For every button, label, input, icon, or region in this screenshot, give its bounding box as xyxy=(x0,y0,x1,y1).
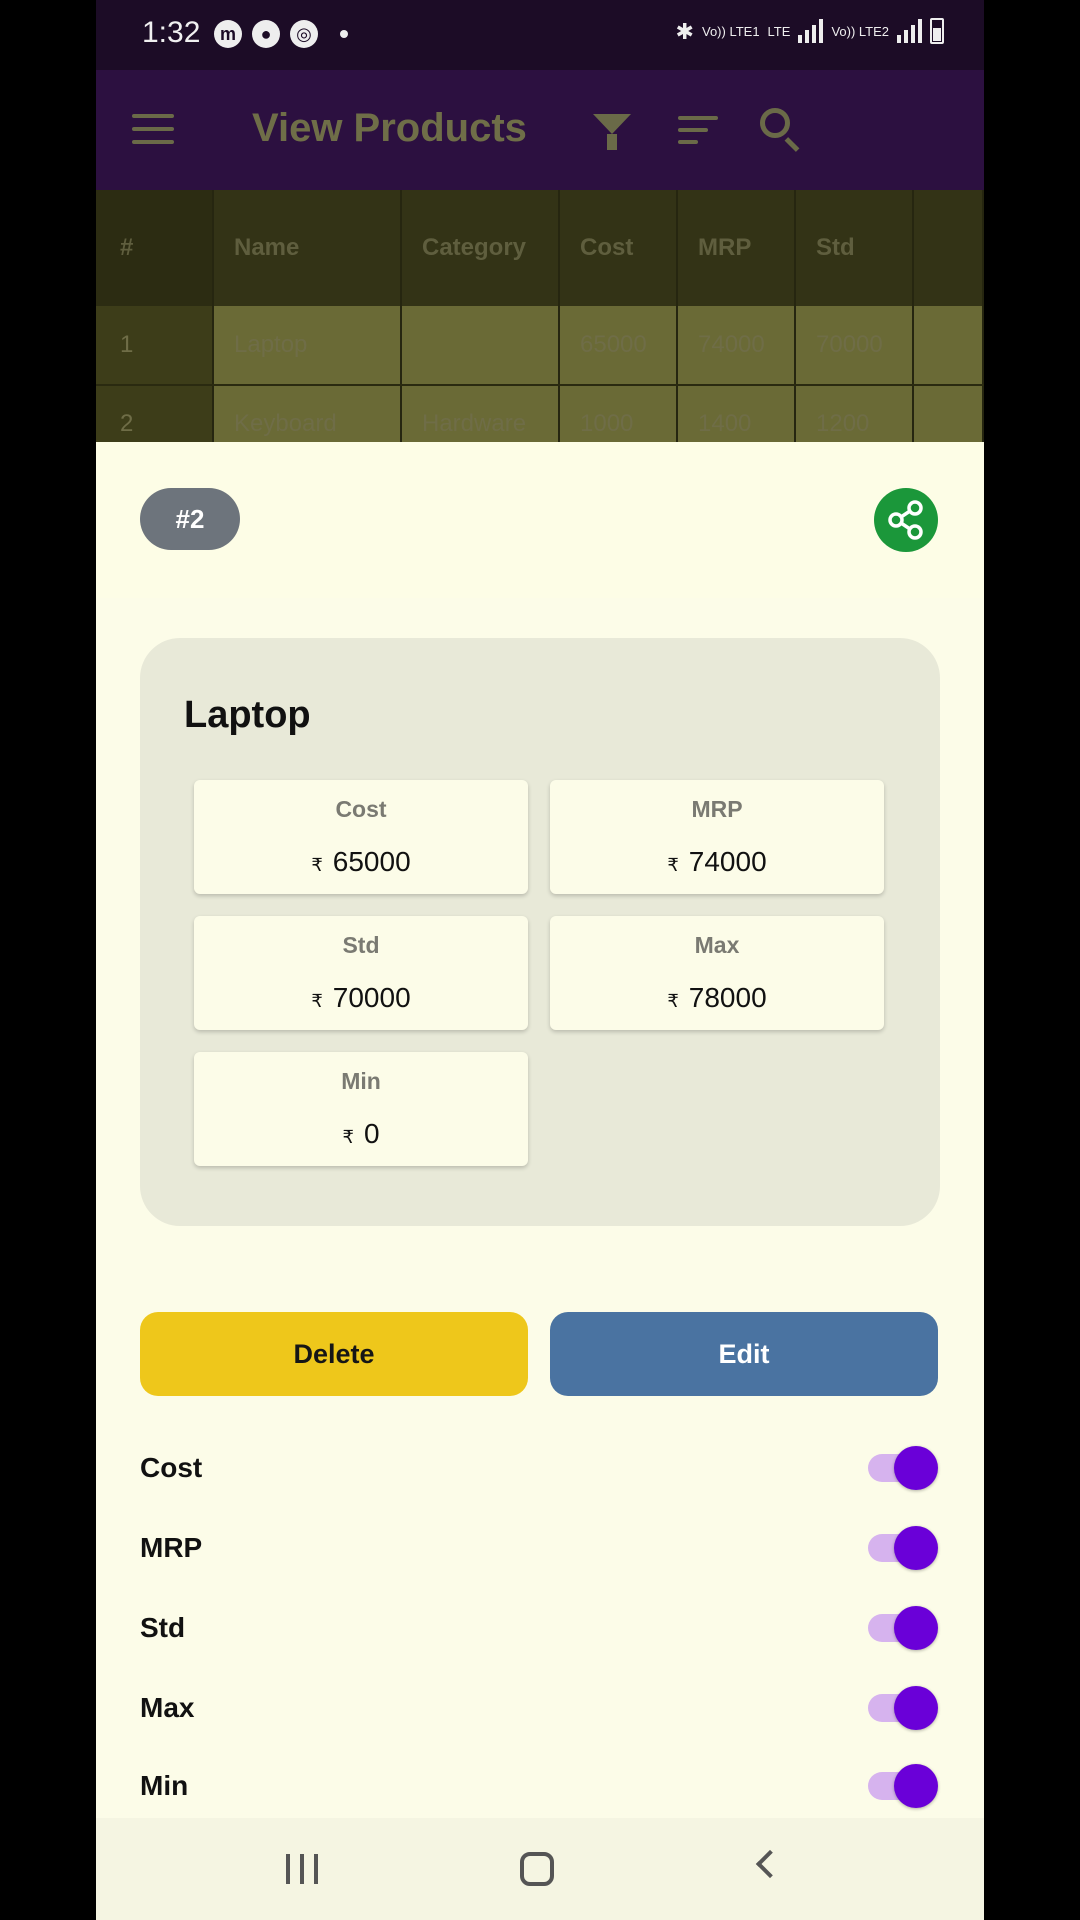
system-nav-bar xyxy=(96,1818,984,1920)
stat-value: 65000 xyxy=(332,846,411,877)
table-cell: 70000 xyxy=(796,306,914,384)
rupee-icon: ₹ xyxy=(311,991,323,1011)
column-header[interactable]: # xyxy=(96,190,214,306)
share-icon xyxy=(888,500,923,540)
stat-value: 70000 xyxy=(332,982,411,1013)
table-cell: 1400 xyxy=(678,386,796,442)
stat-label: Std xyxy=(342,932,380,958)
more-notifications-dot-icon xyxy=(340,30,348,38)
stat-value: 78000 xyxy=(688,982,767,1013)
messenger-icon: m xyxy=(214,20,242,48)
products-table: # Name Category Cost MRP Std 1 Laptop 65… xyxy=(96,190,984,442)
table-cell: Keyboard xyxy=(214,386,402,442)
toggle-label: MRP xyxy=(140,1532,203,1563)
table-cell: 1200 xyxy=(796,386,914,442)
table-row[interactable]: 1 Laptop 65000 74000 70000 xyxy=(96,306,984,384)
table-cell: Hardware xyxy=(402,386,560,442)
battery-icon xyxy=(930,18,944,44)
stat-label: MRP xyxy=(691,796,743,822)
product-number-badge: #2 xyxy=(140,488,240,550)
column-header[interactable]: Std xyxy=(796,190,914,306)
sim1-label: Vo)) LTE1 xyxy=(701,23,760,39)
filter-icon[interactable] xyxy=(590,108,634,152)
page-title: View Products xyxy=(252,106,527,150)
table-cell: 74000 xyxy=(678,306,796,384)
stat-max: Max ₹78000 xyxy=(550,916,884,1030)
toggle-row-max: Max xyxy=(140,1678,940,1738)
bluetooth-icon: ✱ xyxy=(675,18,694,44)
status-notification-icons: m ● ◎ xyxy=(214,20,348,48)
toggle-row-mrp: MRP xyxy=(140,1518,940,1578)
product-card: Laptop Cost ₹65000 MRP ₹74000 Std ₹70000… xyxy=(140,638,940,1226)
stat-value: 74000 xyxy=(688,846,767,877)
stat-min: Min ₹0 xyxy=(194,1052,528,1166)
table-cell: 65000 xyxy=(560,306,678,384)
stat-std: Std ₹70000 xyxy=(194,916,528,1030)
rupee-icon: ₹ xyxy=(311,855,323,875)
table-cell-overflow xyxy=(914,386,984,442)
stat-label: Min xyxy=(341,1068,381,1094)
max-toggle-switch[interactable] xyxy=(868,1686,938,1730)
product-name: Laptop xyxy=(184,694,311,736)
stat-mrp: MRP ₹74000 xyxy=(550,780,884,894)
contact-icon: ● xyxy=(252,20,280,48)
signal-sim1-icon xyxy=(798,19,824,43)
toggle-label: Cost xyxy=(140,1452,203,1483)
toggle-label: Min xyxy=(140,1770,189,1801)
target-icon: ◎ xyxy=(290,20,318,48)
min-toggle-switch[interactable] xyxy=(868,1764,938,1808)
column-header[interactable]: Cost xyxy=(560,190,678,306)
column-header[interactable]: Category xyxy=(402,190,560,306)
edit-button[interactable]: Edit xyxy=(550,1312,938,1396)
toggle-label: Max xyxy=(140,1692,195,1723)
table-cell: Laptop xyxy=(214,306,402,384)
status-time: 1:32 xyxy=(142,16,201,49)
sheet-header: #2 xyxy=(96,442,984,598)
stat-label: Cost xyxy=(335,796,387,822)
column-header[interactable]: Name xyxy=(214,190,402,306)
status-bar: 1:32 m ● ◎ ✱ Vo)) LTE1 LTE Vo)) LTE2 xyxy=(96,0,984,70)
column-header[interactable]: MRP xyxy=(678,190,796,306)
toggle-row-cost: Cost xyxy=(140,1438,940,1498)
table-cell: 1 xyxy=(96,306,214,384)
stat-value: 0 xyxy=(363,1118,380,1149)
table-cell: 1000 xyxy=(560,386,678,442)
toggle-row-min: Min xyxy=(140,1756,940,1816)
product-detail-sheet: #2 Laptop Cost ₹65000 MRP ₹74000 Std ₹ 7… xyxy=(96,442,984,1818)
mrp-toggle-switch[interactable] xyxy=(868,1526,938,1570)
home-icon[interactable] xyxy=(520,1852,554,1886)
stat-cost: Cost ₹65000 xyxy=(194,780,528,894)
column-header-overflow xyxy=(914,190,984,306)
table-cell-overflow xyxy=(914,306,984,384)
menu-icon[interactable] xyxy=(132,114,174,144)
signal-sim2-icon xyxy=(897,19,922,43)
sim2-label: Vo)) LTE2 xyxy=(831,23,889,39)
toggle-label: Std xyxy=(140,1612,186,1643)
cost-toggle-switch[interactable] xyxy=(868,1446,938,1490)
stat-label: Max xyxy=(694,932,740,958)
rupee-icon: ₹ xyxy=(667,855,679,875)
sort-icon[interactable] xyxy=(678,116,722,160)
table-cell xyxy=(402,306,560,384)
rupee-icon: ₹ xyxy=(667,991,679,1011)
share-button[interactable] xyxy=(874,488,938,552)
search-icon[interactable] xyxy=(760,108,804,152)
app-bar: View Products xyxy=(96,70,984,190)
table-header-row: # Name Category Cost MRP Std xyxy=(96,190,984,306)
table-cell: 2 xyxy=(96,386,214,442)
table-row[interactable]: 2 Keyboard Hardware 1000 1400 1200 xyxy=(96,384,984,442)
back-icon[interactable] xyxy=(755,1849,785,1879)
phone-screen: 1:32 m ● ◎ ✱ Vo)) LTE1 LTE Vo)) LTE2 Vie… xyxy=(96,0,984,1920)
delete-button[interactable]: Delete xyxy=(140,1312,528,1396)
rupee-icon: ₹ xyxy=(342,1127,354,1147)
recents-icon[interactable] xyxy=(286,1854,318,1884)
lte-label: LTE xyxy=(767,23,791,39)
toggle-row-std: Std xyxy=(140,1598,940,1658)
std-toggle-switch[interactable] xyxy=(868,1606,938,1650)
status-system-icons: ✱ Vo)) LTE1 LTE Vo)) LTE2 xyxy=(676,18,944,44)
